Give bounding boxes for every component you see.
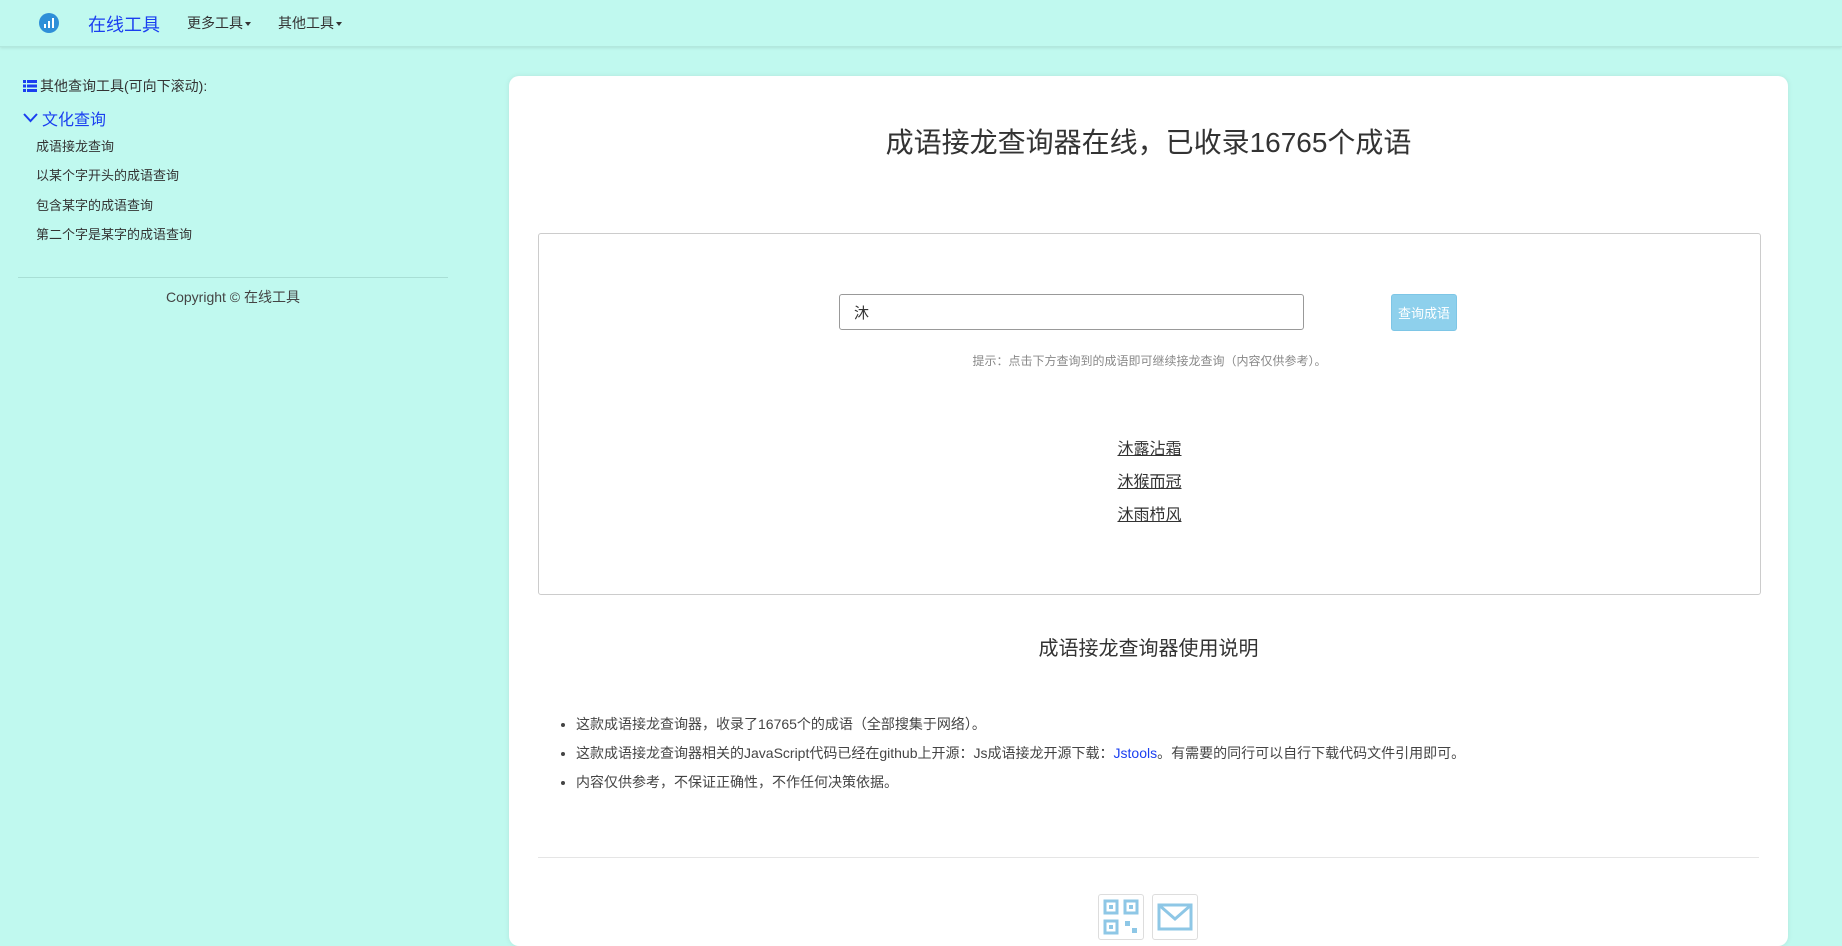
note-text: 这款成语接龙查询器，收录了16765个的成语（全部搜集于网络）。: [576, 716, 986, 732]
nav-brand-link[interactable]: 在线工具: [88, 11, 160, 37]
result-list: 沐露沾霜 沐猴而冠 沐雨栉风: [539, 433, 1760, 532]
caret-down-icon: [336, 22, 342, 27]
note-item: 这款成语接龙查询器，收录了16765个的成语（全部搜集于网络）。: [576, 710, 1465, 739]
nav-menu-more-label: 更多工具: [187, 15, 243, 31]
sidebar-item-starts-with[interactable]: 以某个字开头的成语查询: [36, 165, 179, 184]
mail-icon[interactable]: [1152, 894, 1198, 940]
card-divider: [538, 857, 1759, 858]
hint-text: 提示：点击下方查询到的成语即可继续接龙查询（内容仅供参考）。: [972, 354, 1327, 368]
page-title: 成语接龙查询器在线，已收录16765个成语: [885, 126, 1412, 158]
sidebar-divider: [18, 277, 448, 278]
sidebar-heading-label: 其他查询工具(可向下滚动):: [40, 78, 208, 94]
note-item: 内容仅供参考，不保证正确性，不作任何决策依据。: [576, 768, 1465, 797]
result-link[interactable]: 沐猴而冠: [539, 466, 1760, 499]
chart-logo-icon[interactable]: [39, 13, 59, 33]
query-idiom-button[interactable]: 查询成语: [1391, 294, 1457, 331]
sidebar-section-culture[interactable]: 文化查询: [23, 106, 106, 130]
nav-menu-more-tools[interactable]: 更多工具: [187, 13, 251, 33]
result-link[interactable]: 沐露沾霜: [539, 433, 1760, 466]
result-link[interactable]: 沐雨栉风: [539, 499, 1760, 532]
main-card: 成语接龙查询器在线，已收录16765个成语 查询成语 提示：点击下方查询到的成语…: [509, 76, 1788, 946]
navbar: 在线工具 更多工具 其他工具: [0, 0, 1842, 47]
note-item: 这款成语接龙查询器相关的JavaScript代码已经在github上开源：Js成…: [576, 739, 1465, 768]
note-text: 内容仅供参考，不保证正确性，不作任何决策依据。: [576, 774, 898, 790]
sidebar-section-label: 文化查询: [42, 112, 107, 129]
usage-title: 成语接龙查询器使用说明: [1038, 638, 1259, 660]
sidebar-heading: 其他查询工具(可向下滚动):: [23, 76, 207, 96]
note-text: 这款成语接龙查询器相关的JavaScript代码已经在github上开源：Js成…: [576, 745, 1114, 761]
nav-menu-other-label: 其他工具: [278, 15, 334, 31]
qr-code-icon[interactable]: [1098, 894, 1144, 940]
sidebar-item-contains[interactable]: 包含某字的成语查询: [36, 195, 153, 214]
sidebar-item-idiom-chain[interactable]: 成语接龙查询: [36, 136, 114, 155]
jstools-link[interactable]: Jstools: [1114, 745, 1158, 761]
chevron-down-icon: [23, 113, 38, 123]
note-text: 。有需要的同行可以自行下载代码文件引用即可。: [1157, 745, 1466, 761]
query-panel: 查询成语 提示：点击下方查询到的成语即可继续接龙查询（内容仅供参考）。 沐露沾霜…: [538, 233, 1761, 595]
sidebar-item-second-char[interactable]: 第二个字是某字的成语查询: [36, 224, 192, 243]
copyright-text: Copyright © 在线工具: [165, 289, 300, 305]
caret-down-icon: [245, 22, 251, 27]
idiom-search-input[interactable]: [839, 294, 1304, 330]
usage-notes: 这款成语接龙查询器，收录了16765个的成语（全部搜集于网络）。 这款成语接龙查…: [554, 710, 1465, 797]
nav-menu-other-tools[interactable]: 其他工具: [278, 13, 342, 33]
list-icon: [23, 80, 37, 92]
